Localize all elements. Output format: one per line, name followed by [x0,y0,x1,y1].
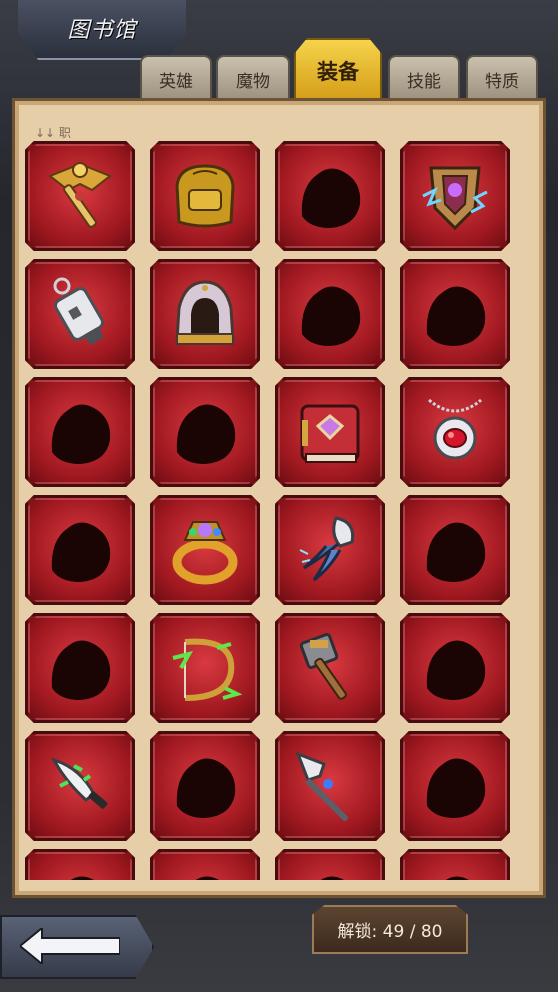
gold-backpack-icon [165,156,245,236]
tab-traits[interactable]: 特质 [466,55,538,101]
equipment-slot[interactable] [25,141,135,251]
spell-book-icon [290,392,370,472]
hooded-helmet-icon [165,274,245,354]
ruby-amulet-icon [415,392,495,472]
locked-item-icon [165,864,245,880]
equipment-slot[interactable] [400,141,510,251]
jeweled-ring-icon [165,510,245,590]
locked-item-icon [40,864,120,880]
lightning-shield-icon [415,156,495,236]
equipment-slot[interactable] [25,731,135,841]
equipment-slot[interactable] [275,731,385,841]
locked-item-icon [290,156,370,236]
equipment-slot-locked[interactable] [150,731,260,841]
item-grid-viewport[interactable] [25,128,533,880]
equipment-slot-locked[interactable] [25,495,135,605]
page-title: 图书馆 [67,18,137,43]
poison-dagger-icon [40,746,120,826]
equipment-slot-locked[interactable] [25,377,135,487]
back-arrow-icon [20,928,120,964]
locked-item-icon [415,864,495,880]
item-grid [25,141,510,880]
equipment-slot-locked[interactable] [275,849,385,880]
equipment-slot[interactable] [275,495,385,605]
tab-heroes[interactable]: 英雄 [140,55,212,101]
equipment-slot-locked[interactable] [25,849,135,880]
equipment-slot[interactable] [275,613,385,723]
locked-item-icon [415,510,495,590]
tab-skills[interactable]: 技能 [388,55,460,101]
thorn-bow-icon [165,628,245,708]
tab-equipment[interactable]: 装备 [294,38,382,102]
locked-item-icon [415,746,495,826]
crystal-spear-icon [290,746,370,826]
equipment-slot[interactable] [150,495,260,605]
equipment-slot-locked[interactable] [400,495,510,605]
locked-item-icon [165,746,245,826]
equipment-slot-locked[interactable] [400,613,510,723]
tab-monsters[interactable]: 魔物 [216,55,290,101]
equipment-slot-locked[interactable] [275,259,385,369]
locked-item-icon [415,628,495,708]
winged-cross-staff-icon [40,156,120,236]
locked-item-icon [290,864,370,880]
equipment-slot-locked[interactable] [400,259,510,369]
equipment-slot-locked[interactable] [400,849,510,880]
unlock-counter-label: 解锁: 49 / 80 [337,922,443,942]
locked-item-icon [40,510,120,590]
equipment-slot-locked[interactable] [150,849,260,880]
locked-item-icon [40,628,120,708]
equipment-slot[interactable] [150,141,260,251]
claw-gauntlet-icon [290,510,370,590]
equipment-slot[interactable] [25,259,135,369]
equipment-slot[interactable] [275,377,385,487]
equipment-slot-locked[interactable] [400,731,510,841]
locked-item-icon [290,274,370,354]
locked-item-icon [415,274,495,354]
equipment-slot[interactable] [150,259,260,369]
locked-item-icon [165,392,245,472]
unlock-counter: 解锁: 49 / 80 [312,905,468,954]
war-hammer-icon [290,628,370,708]
equipment-slot[interactable] [150,613,260,723]
equipment-slot[interactable] [400,377,510,487]
lantern-icon [40,274,120,354]
locked-item-icon [40,392,120,472]
equipment-slot-locked[interactable] [25,613,135,723]
equipment-slot-locked[interactable] [275,141,385,251]
equipment-slot-locked[interactable] [150,377,260,487]
